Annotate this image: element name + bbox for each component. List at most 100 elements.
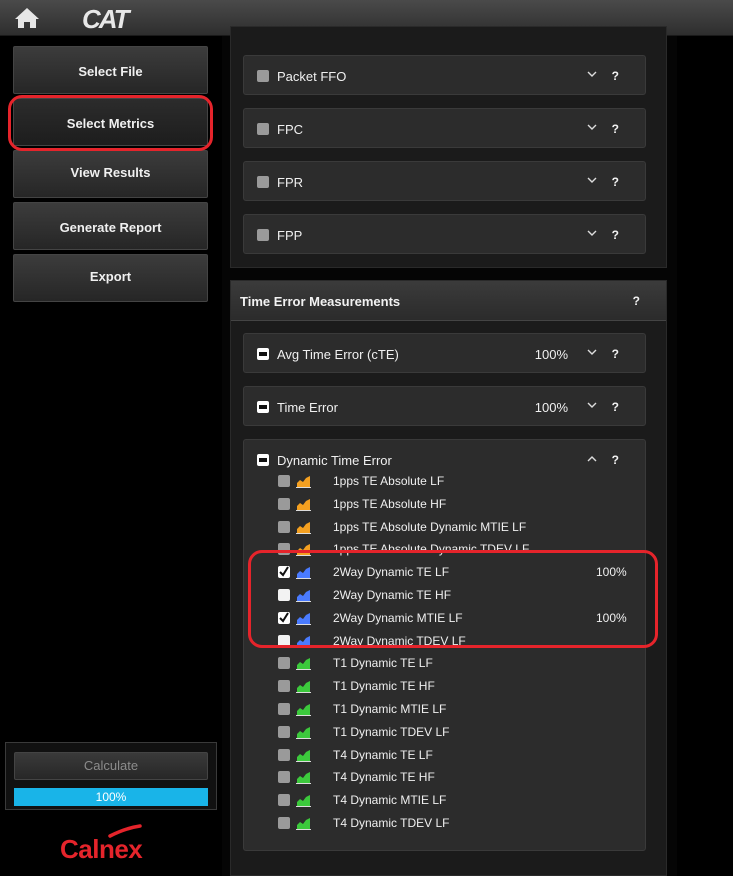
time-error-percent: 100% [534, 400, 568, 415]
orange-area-chart-icon [296, 476, 311, 488]
metric-row[interactable]: T4 Dynamic TE LF [278, 746, 638, 766]
metric-checkbox[interactable] [278, 817, 290, 829]
metric-checkbox[interactable] [278, 634, 290, 647]
select-metrics-label: Select Metrics [66, 116, 155, 131]
metric-row[interactable]: T1 Dynamic MTIE LF [278, 700, 638, 720]
metric-row[interactable]: T4 Dynamic TE HF [278, 768, 638, 788]
green-area-chart-icon [296, 818, 311, 830]
generate-report-button[interactable]: Generate Report [13, 202, 208, 250]
green-area-chart-icon [296, 658, 311, 671]
fpp-label: FPP [277, 228, 303, 243]
fpr-card[interactable]: FPR ? [243, 161, 646, 201]
metric-checkbox[interactable] [278, 794, 290, 807]
metric-label: T4 Dynamic MTIE LF [333, 793, 447, 808]
app-logo: CAT [82, 4, 129, 34]
metric-row[interactable]: T4 Dynamic MTIE LF [278, 791, 638, 811]
metric-row[interactable]: 1pps TE Absolute LF [278, 472, 638, 492]
fpp-checkbox[interactable] [257, 229, 269, 241]
export-button[interactable]: Export [13, 254, 208, 302]
metrics-panel: Packet FFO ? FPC ? FPR ? FPP ? Time Erro… [222, 26, 733, 876]
metric-checkbox[interactable] [278, 703, 290, 715]
help-icon[interactable]: ? [612, 122, 619, 136]
metric-label: T1 Dynamic TE HF [333, 679, 435, 694]
metric-row[interactable]: 1pps TE Absolute Dynamic TDEV LF [278, 540, 638, 560]
calculate-button[interactable]: Calculate [14, 752, 208, 780]
metric-checkbox[interactable] [278, 566, 290, 579]
time-error-card[interactable]: Time Error 100% ? [243, 386, 646, 426]
metric-label: 2Way Dynamic TDEV LF [333, 633, 466, 648]
metric-label: 1pps TE Absolute Dynamic TDEV LF [333, 542, 530, 557]
chevron-up-icon[interactable] [587, 455, 597, 462]
dynamic-time-error-card[interactable]: Dynamic Time Error ? 1pps TE Absolute LF… [243, 439, 646, 851]
chevron-down-icon[interactable] [587, 71, 597, 78]
help-icon[interactable]: ? [612, 400, 619, 414]
metric-row[interactable]: 2Way Dynamic MTIE LF 100% [278, 609, 638, 629]
metric-row[interactable]: T4 Dynamic TDEV LF [278, 814, 638, 834]
metric-checkbox[interactable] [278, 725, 290, 738]
metric-checkbox[interactable] [278, 520, 290, 533]
metric-label: 1pps TE Absolute LF [333, 474, 445, 488]
help-icon[interactable]: ? [612, 69, 619, 83]
metric-row[interactable]: T1 Dynamic TDEV LF [278, 723, 638, 743]
metric-checkbox[interactable] [278, 680, 290, 693]
metric-row[interactable]: T1 Dynamic TE LF [278, 654, 638, 674]
generate-report-label: Generate Report [59, 220, 162, 235]
packet-ffo-checkbox[interactable] [257, 70, 269, 82]
metric-row[interactable]: 1pps TE Absolute HF [278, 495, 638, 515]
metric-checkbox[interactable] [278, 657, 290, 670]
blue-area-chart-icon [296, 635, 311, 648]
help-icon[interactable]: ? [612, 347, 619, 361]
metric-checkbox[interactable] [278, 748, 290, 761]
time-error-group-header[interactable]: Time Error Measurements ? [231, 281, 666, 321]
view-results-button[interactable]: View Results [13, 150, 208, 198]
avg-time-error-checkbox[interactable] [257, 348, 269, 360]
avg-time-error-card[interactable]: Avg Time Error (cTE) 100% ? [243, 333, 646, 373]
metric-row[interactable]: 2Way Dynamic TDEV LF [278, 632, 638, 652]
help-icon[interactable]: ? [612, 228, 619, 242]
help-icon[interactable]: ? [612, 175, 619, 189]
metric-percent: 100% [596, 610, 627, 625]
metric-checkbox[interactable] [278, 497, 290, 510]
orange-area-chart-icon [296, 498, 311, 511]
metric-label: T1 Dynamic TDEV LF [333, 724, 450, 739]
metric-checkbox[interactable] [278, 543, 290, 556]
select-file-button[interactable]: Select File [13, 46, 208, 94]
metric-label: T4 Dynamic TE LF [333, 747, 433, 762]
home-icon[interactable] [14, 7, 40, 29]
blue-area-chart-icon [296, 590, 311, 602]
fpc-card[interactable]: FPC ? [243, 108, 646, 148]
time-error-checkbox[interactable] [257, 401, 269, 413]
fpc-checkbox[interactable] [257, 123, 269, 135]
metric-checkbox[interactable] [278, 589, 290, 601]
metric-label: T1 Dynamic TE LF [333, 656, 433, 671]
select-metrics-button[interactable]: Select Metrics [13, 98, 208, 146]
orange-area-chart-icon [296, 544, 311, 557]
calculate-panel: Calculate 100% [5, 742, 217, 810]
metric-checkbox[interactable] [278, 475, 290, 487]
chevron-down-icon[interactable] [587, 349, 597, 356]
green-area-chart-icon [296, 681, 311, 694]
help-icon[interactable]: ? [633, 294, 640, 308]
checkmark-icon [279, 566, 289, 577]
metric-checkbox[interactable] [278, 611, 290, 624]
dynamic-time-error-checkbox[interactable] [257, 454, 269, 466]
packet-metrics-group: Packet FFO ? FPC ? FPR ? FPP ? [230, 26, 667, 268]
metric-row[interactable]: T1 Dynamic TE HF [278, 677, 638, 697]
sidebar: Select File Select Metrics View Results … [0, 36, 222, 876]
metric-checkbox[interactable] [278, 771, 290, 784]
help-icon[interactable]: ? [612, 453, 619, 467]
chevron-down-icon[interactable] [587, 124, 597, 131]
metric-label: 2Way Dynamic MTIE LF [333, 610, 463, 625]
metric-row[interactable]: 1pps TE Absolute Dynamic MTIE LF [278, 518, 638, 538]
fpr-checkbox[interactable] [257, 176, 269, 188]
chevron-down-icon[interactable] [587, 230, 597, 237]
chevron-down-icon[interactable] [587, 402, 597, 409]
packet-ffo-card[interactable]: Packet FFO ? [243, 55, 646, 95]
time-error-label: Time Error [277, 400, 338, 415]
group-title: Time Error Measurements [240, 294, 401, 309]
metric-row[interactable]: 2Way Dynamic TE HF [278, 586, 638, 606]
chevron-down-icon[interactable] [587, 177, 597, 184]
blue-area-chart-icon [296, 567, 311, 580]
fpp-card[interactable]: FPP ? [243, 214, 646, 254]
metric-row[interactable]: 2Way Dynamic TE LF 100% [278, 563, 638, 583]
